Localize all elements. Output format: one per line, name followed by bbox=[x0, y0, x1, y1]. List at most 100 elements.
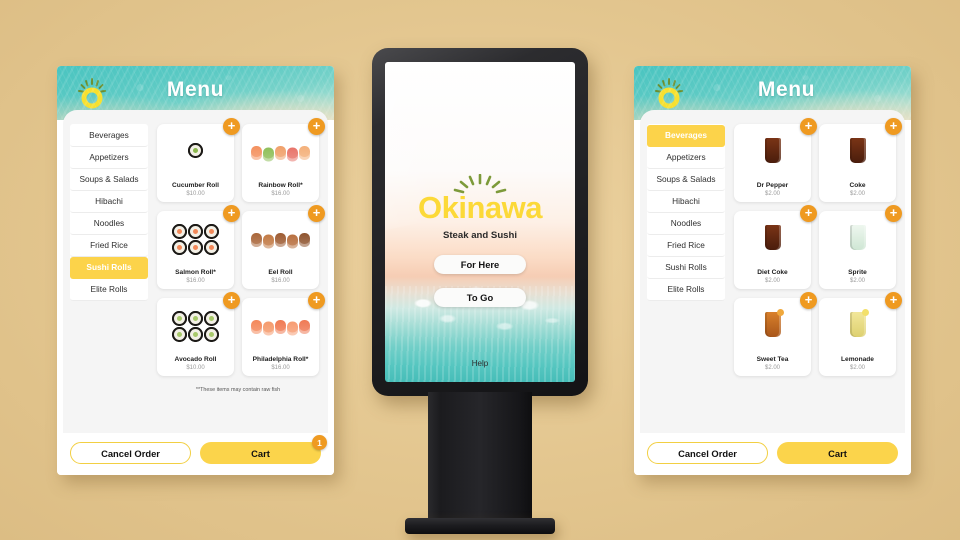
plus-icon[interactable]: + bbox=[223, 205, 240, 222]
category-item-elite-rolls[interactable]: Elite Rolls bbox=[70, 279, 148, 301]
cart-button[interactable]: Cart bbox=[777, 442, 898, 464]
cancel-order-button[interactable]: Cancel Order bbox=[647, 442, 769, 464]
category-item-hibachi[interactable]: Hibachi bbox=[70, 191, 148, 213]
product-price: $16.00 bbox=[271, 191, 290, 197]
screenshot-canvas: Menu Beverages Appetizers Soups & Salads Hi… bbox=[0, 0, 960, 540]
plus-icon[interactable]: + bbox=[223, 118, 240, 135]
category-item-beverages[interactable]: Beverages bbox=[70, 125, 148, 147]
product-image bbox=[172, 311, 219, 343]
product-card[interactable]: + Sprite $2.00 bbox=[819, 205, 902, 289]
action-bar-left: Cancel Order Cart 1 bbox=[57, 433, 334, 475]
category-item-appetizers[interactable]: Appetizers bbox=[70, 147, 148, 169]
product-card[interactable]: + Diet Coke $2.00 bbox=[734, 205, 817, 289]
to-go-button[interactable]: To Go bbox=[434, 288, 526, 307]
category-item-appetizers[interactable]: Appetizers bbox=[647, 147, 725, 169]
category-rail-right[interactable]: Beverages Appetizers Soups & Salads Hibachi… bbox=[647, 124, 725, 301]
category-item-noodles[interactable]: Noodles bbox=[70, 213, 148, 235]
category-item-hibachi[interactable]: Hibachi bbox=[647, 191, 725, 213]
product-image bbox=[849, 224, 866, 255]
action-bar-right: Cancel Order Cart bbox=[634, 433, 911, 475]
product-card[interactable]: + Dr Pepper $2.00 bbox=[734, 118, 817, 202]
product-art-wrap bbox=[734, 124, 811, 182]
cart-button-label: Cart bbox=[251, 447, 270, 459]
product-card[interactable]: + Philadelphia Roll* $16.00 bbox=[242, 292, 325, 376]
plus-icon[interactable]: + bbox=[800, 118, 817, 135]
kiosk-device: Okinawa Steak and Sushi For Here To Go H… bbox=[372, 48, 588, 534]
product-art-wrap bbox=[157, 298, 234, 356]
product-art-wrap bbox=[157, 124, 234, 182]
product-name: Cucumber Roll bbox=[172, 181, 219, 189]
product-image bbox=[188, 142, 203, 163]
menu-panel-beverages: Menu Beverages Appetizers Soups & Salads Hi… bbox=[634, 66, 911, 475]
product-name: Diet Coke bbox=[757, 268, 788, 276]
product-grid-right: + Dr Pepper $2.00 + Coke $2.00 + Diet Coke $2.00… bbox=[725, 118, 902, 433]
product-art-wrap bbox=[242, 124, 319, 182]
product-price: $2.00 bbox=[849, 278, 865, 284]
category-item-sushi-rolls[interactable]: Sushi Rolls bbox=[647, 257, 725, 279]
category-rail-left[interactable]: Beverages Appetizers Soups & Salads Hibachi… bbox=[70, 124, 148, 301]
product-art-wrap bbox=[242, 298, 319, 356]
product-art-wrap bbox=[734, 298, 811, 356]
product-card[interactable]: + Rainbow Roll* $16.00 bbox=[242, 118, 325, 202]
product-card[interactable]: + Lemonade $2.00 bbox=[819, 292, 902, 376]
product-price: $16.00 bbox=[271, 365, 290, 371]
kiosk-screen: Okinawa Steak and Sushi For Here To Go H… bbox=[385, 62, 575, 382]
product-price: $2.00 bbox=[849, 191, 865, 197]
raw-fish-footnote: **These items may contain raw fish bbox=[195, 387, 281, 393]
plus-icon[interactable]: + bbox=[885, 205, 902, 222]
product-name: Philadelphia Roll* bbox=[252, 355, 309, 363]
product-price: $16.00 bbox=[186, 278, 205, 284]
category-item-beverages[interactable]: Beverages bbox=[647, 125, 725, 147]
product-image bbox=[764, 137, 781, 168]
product-image bbox=[764, 308, 784, 342]
brand-block: Okinawa Steak and Sushi bbox=[418, 174, 543, 241]
product-price: $2.00 bbox=[764, 278, 780, 284]
category-item-fried-rice[interactable]: Fried Rice bbox=[647, 235, 725, 257]
product-name: Sweet Tea bbox=[756, 355, 789, 363]
plus-icon[interactable]: + bbox=[223, 292, 240, 309]
kiosk-stand-neck bbox=[428, 392, 532, 524]
plus-icon[interactable]: + bbox=[308, 205, 325, 222]
product-art-wrap bbox=[242, 211, 319, 269]
cancel-order-button[interactable]: Cancel Order bbox=[70, 442, 192, 464]
product-card[interactable]: + Sweet Tea $2.00 bbox=[734, 292, 817, 376]
for-here-button[interactable]: For Here bbox=[434, 255, 526, 274]
cart-button[interactable]: Cart 1 bbox=[200, 435, 327, 464]
plus-icon[interactable]: + bbox=[800, 292, 817, 309]
plus-icon[interactable]: + bbox=[885, 292, 902, 309]
category-item-soups-salads[interactable]: Soups & Salads bbox=[70, 169, 148, 191]
product-image bbox=[849, 137, 866, 168]
category-item-sushi-rolls[interactable]: Sushi Rolls bbox=[70, 257, 148, 279]
category-item-soups-salads[interactable]: Soups & Salads bbox=[647, 169, 725, 191]
product-price: $16.00 bbox=[271, 278, 290, 284]
product-image bbox=[251, 319, 310, 336]
category-item-noodles[interactable]: Noodles bbox=[647, 213, 725, 235]
product-art-wrap bbox=[819, 124, 896, 182]
kiosk-bezel: Okinawa Steak and Sushi For Here To Go H… bbox=[372, 48, 588, 396]
help-link[interactable]: Help bbox=[385, 359, 575, 368]
product-price: $10.00 bbox=[186, 191, 205, 197]
plus-icon[interactable]: + bbox=[308, 292, 325, 309]
cart-badge: 1 bbox=[312, 435, 327, 450]
product-card[interactable]: + Coke $2.00 bbox=[819, 118, 902, 202]
product-name: Avocado Roll bbox=[174, 355, 217, 363]
category-item-elite-rolls[interactable]: Elite Rolls bbox=[647, 279, 725, 301]
product-name: Rainbow Roll* bbox=[258, 181, 303, 189]
plus-icon[interactable]: + bbox=[308, 118, 325, 135]
product-name: Sprite bbox=[848, 268, 867, 276]
product-card[interactable]: + Avocado Roll $10.00 bbox=[157, 292, 240, 376]
plus-icon[interactable]: + bbox=[800, 205, 817, 222]
product-price: $2.00 bbox=[764, 191, 780, 197]
brand-name: Okinawa bbox=[418, 190, 543, 225]
product-grid-left: + Cucumber Roll $10.00 + Rainbow Roll* $16.00… bbox=[148, 118, 325, 433]
product-card[interactable]: + Eel Roll $16.00 bbox=[242, 205, 325, 289]
product-card[interactable]: + Cucumber Roll $10.00 bbox=[157, 118, 240, 202]
product-card[interactable]: + Salmon Roll* $16.00 bbox=[157, 205, 240, 289]
product-art-wrap bbox=[819, 211, 896, 269]
cart-button-label: Cart bbox=[828, 447, 847, 459]
category-item-fried-rice[interactable]: Fried Rice bbox=[70, 235, 148, 257]
product-image bbox=[172, 224, 219, 256]
product-art-wrap bbox=[819, 298, 896, 356]
plus-icon[interactable]: + bbox=[885, 118, 902, 135]
product-price: $2.00 bbox=[764, 365, 780, 371]
